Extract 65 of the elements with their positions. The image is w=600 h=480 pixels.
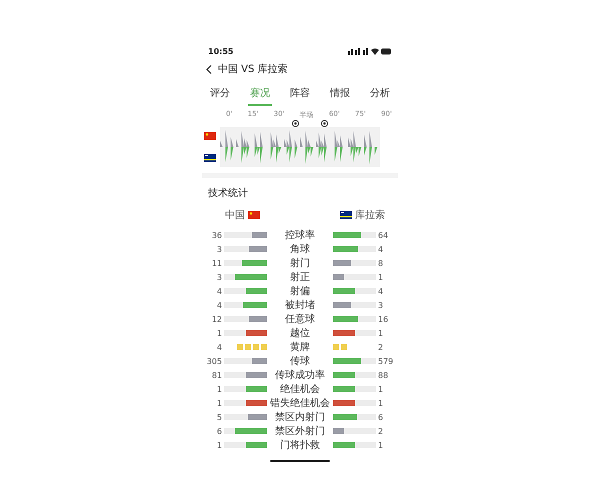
stat-value: 8 <box>378 258 384 268</box>
tab[interactable]: 阵容 <box>288 84 312 106</box>
stat-label: 越位 <box>290 326 310 340</box>
stat-value: 6 <box>216 426 222 436</box>
stat-value: 3 <box>378 300 384 310</box>
stat-value: 1 <box>378 384 384 394</box>
status-icons <box>348 48 392 54</box>
flag-icon <box>204 132 216 140</box>
flag-icon <box>248 211 260 219</box>
tab[interactable]: 情报 <box>328 84 352 106</box>
stat-label: 射门 <box>290 256 310 270</box>
stat-value: 81 <box>210 370 222 380</box>
stat-value: 1 <box>216 384 222 394</box>
stat-value: 1 <box>378 440 384 450</box>
stat-value: 1 <box>378 272 384 282</box>
stat-label: 传球成功率 <box>275 368 325 382</box>
ball-icon <box>292 120 299 127</box>
stat-value: 16 <box>378 314 390 324</box>
stat-value: 4 <box>216 342 222 352</box>
match-title: 中国 VS 库拉索 <box>218 62 288 76</box>
stat-value: 1 <box>216 440 222 450</box>
team-name: 库拉索 <box>355 208 385 222</box>
stat-label: 任意球 <box>285 312 315 326</box>
stat-value: 88 <box>378 370 390 380</box>
stat-label: 射偏 <box>290 284 310 298</box>
stat-value: 2 <box>378 426 384 436</box>
tab[interactable]: 分析 <box>368 84 392 106</box>
stat-value: 1 <box>216 328 222 338</box>
stat-value: 4 <box>378 286 384 296</box>
stat-value: 5 <box>216 412 222 422</box>
stat-label: 角球 <box>290 242 310 256</box>
stat-value: 579 <box>378 356 394 366</box>
stat-value: 3 <box>216 244 222 254</box>
stat-label: 被封堵 <box>285 298 315 312</box>
stat-label: 控球率 <box>285 228 315 242</box>
stat-value: 1 <box>378 328 384 338</box>
stat-value: 12 <box>210 314 222 324</box>
stat-value: 3 <box>216 272 222 282</box>
stat-label: 射正 <box>290 270 310 284</box>
stat-label: 禁区内射门 <box>275 410 325 424</box>
flag-icon <box>340 211 352 219</box>
home-indicator <box>270 460 330 462</box>
stat-value: 2 <box>378 342 384 352</box>
stat-value: 1 <box>216 398 222 408</box>
stat-value: 4 <box>216 300 222 310</box>
stat-label: 传球 <box>290 354 310 368</box>
stat-value: 305 <box>206 356 222 366</box>
stat-label: 绝佳机会 <box>280 382 320 396</box>
stat-label: 门将扑救 <box>280 438 320 452</box>
section-title: 技术统计 <box>207 186 249 201</box>
tab[interactable]: 评分 <box>208 84 232 106</box>
stat-value: 6 <box>378 412 384 422</box>
stat-label: 错失绝佳机会 <box>270 396 330 410</box>
stat-value: 64 <box>378 230 390 240</box>
status-time: 10:55 <box>208 46 234 56</box>
stat-value: 4 <box>378 244 384 254</box>
ball-icon <box>321 120 328 127</box>
stat-value: 1 <box>378 398 384 408</box>
back-icon[interactable] <box>206 64 212 74</box>
stat-value: 36 <box>210 230 222 240</box>
stat-label: 黄牌 <box>290 340 310 354</box>
stat-value: 4 <box>216 286 222 296</box>
team-name: 中国 <box>225 208 245 222</box>
stat-label: 禁区外射门 <box>275 424 325 438</box>
stat-value: 11 <box>210 258 222 268</box>
